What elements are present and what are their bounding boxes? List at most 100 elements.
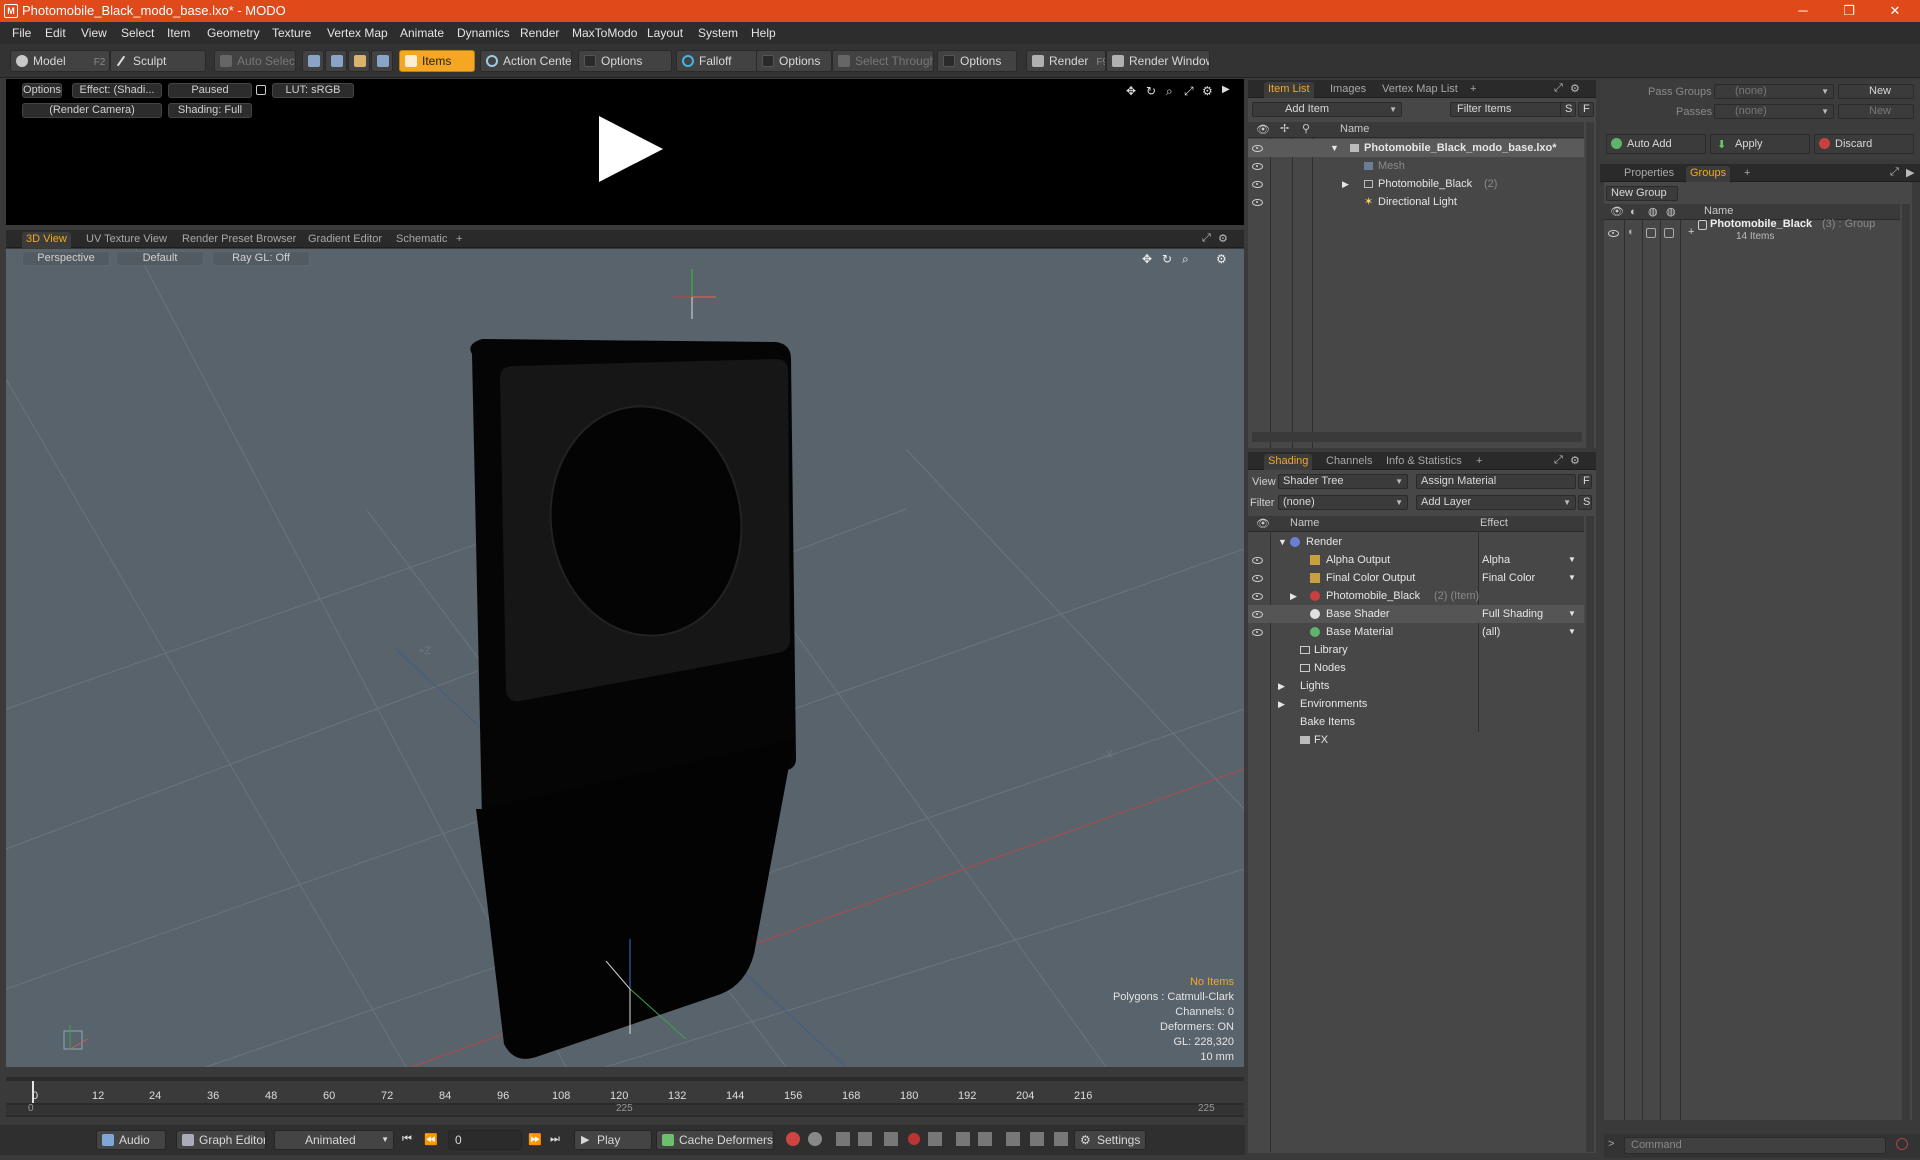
action-center-button[interactable]: Action Center xyxy=(480,50,572,72)
vertices-mode-button[interactable] xyxy=(302,50,324,72)
falloff-button[interactable]: Falloff xyxy=(676,50,758,72)
preview-options-button[interactable]: Options xyxy=(22,83,62,98)
menu-view[interactable]: View xyxy=(81,26,107,40)
tab-item-list[interactable]: Item List xyxy=(1264,82,1314,98)
cycle-icon[interactable] xyxy=(1006,1132,1020,1146)
search-toggle-button[interactable]: S xyxy=(1560,102,1576,117)
menu-help[interactable]: Help xyxy=(751,26,776,40)
zoom-view-icon[interactable]: ⌕ xyxy=(1166,84,1173,99)
lock-toggle-icon[interactable] xyxy=(1646,228,1656,238)
render-toggle-icon[interactable]: ◐ xyxy=(1628,226,1635,238)
select-through-button[interactable]: Select Through xyxy=(832,50,934,72)
expand-arrow-icon[interactable]: ▶ xyxy=(1222,84,1230,95)
pass-groups-dropdown[interactable]: (none) ▼ xyxy=(1714,84,1834,99)
rotate-view-icon[interactable]: ↻ xyxy=(1146,84,1156,98)
tab-images[interactable]: Images xyxy=(1326,82,1370,98)
maximize-panel-icon[interactable]: ⤢ xyxy=(1202,232,1211,245)
list-item[interactable]: Mesh xyxy=(1248,157,1584,175)
tab-info-statistics[interactable]: Info & Statistics xyxy=(1382,454,1466,470)
list-item[interactable]: ▼ Photomobile_Black_modo_base.lxo* xyxy=(1248,139,1584,157)
add-tab-button[interactable]: + xyxy=(1740,166,1754,182)
first-frame-icon[interactable]: ⏮ xyxy=(402,1133,412,1146)
new-pass-button[interactable]: New xyxy=(1838,104,1914,119)
tree-row[interactable]: Alpha Output Alpha ▼ xyxy=(1248,551,1584,569)
chevron-down-icon[interactable]: ▼ xyxy=(1330,139,1339,157)
list-item[interactable]: ✶ Directional Light xyxy=(1248,193,1584,211)
f-toggle-button[interactable]: F xyxy=(1578,474,1592,489)
scrollbar[interactable] xyxy=(1586,122,1594,448)
tab-channels[interactable]: Channels xyxy=(1322,454,1376,470)
scrollbar[interactable] xyxy=(1586,516,1594,1152)
expand-arrow-icon[interactable]: ▶ xyxy=(1906,166,1914,179)
chevron-right-icon[interactable]: ▶ xyxy=(1290,587,1297,605)
menu-dynamics[interactable]: Dynamics xyxy=(457,26,510,40)
move-view-icon[interactable]: ✥ xyxy=(1126,84,1136,98)
last-frame-icon[interactable]: ⏭ xyxy=(550,1133,560,1146)
add-tab-button[interactable]: + xyxy=(1472,454,1486,470)
menu-select[interactable]: Select xyxy=(121,26,154,40)
maximize-view-icon[interactable]: ⤢ xyxy=(1184,84,1194,99)
prev-key-icon[interactable]: ⏪ xyxy=(424,1133,438,1146)
tab-properties[interactable]: Properties xyxy=(1620,166,1678,182)
chevron-down-icon[interactable]: ▼ xyxy=(1568,569,1576,587)
tab-uv-texture-view[interactable]: UV Texture View xyxy=(82,232,171,248)
move-view-icon[interactable]: ✥ xyxy=(1142,252,1152,266)
tree-row[interactable]: ▶ Lights xyxy=(1248,677,1584,695)
assign-material-button[interactable]: Assign Material xyxy=(1416,474,1576,489)
add-tab-button[interactable]: + xyxy=(452,232,466,248)
gear-icon[interactable]: ⚙ xyxy=(1570,454,1580,467)
effect-dropdown[interactable]: Effect: (Shadi... xyxy=(72,83,162,98)
chevron-right-icon[interactable]: ▶ xyxy=(1342,175,1349,193)
range-bar[interactable]: 0 225 225 xyxy=(6,1103,1244,1115)
menu-animate[interactable]: Animate xyxy=(400,26,444,40)
key-filter-icon[interactable] xyxy=(884,1132,898,1146)
gear-icon[interactable]: ⚙ xyxy=(1218,232,1228,245)
new-pass-group-button[interactable]: New xyxy=(1838,84,1914,99)
tree-row[interactable]: FX xyxy=(1248,731,1584,749)
add-layer-dropdown[interactable]: Add Layer ▼ xyxy=(1416,495,1576,510)
snap-icon[interactable] xyxy=(1054,1132,1068,1146)
prev-marker-icon[interactable] xyxy=(956,1132,970,1146)
3d-viewport[interactable]: Perspective Default Ray GL: Off ✥ ↻ ⌕ ⚙ … xyxy=(6,249,1244,1067)
tree-row[interactable]: Base Material (all) ▼ xyxy=(1248,623,1584,641)
eye-icon[interactable] xyxy=(1252,593,1263,600)
perspective-dropdown[interactable]: Perspective xyxy=(22,251,110,266)
auto-add-button[interactable]: Auto Add xyxy=(1606,134,1706,154)
minimize-button[interactable]: ─ xyxy=(1780,0,1826,22)
eye-icon[interactable] xyxy=(1252,557,1263,564)
rotate-view-icon[interactable]: ↻ xyxy=(1162,252,1172,266)
eye-icon[interactable] xyxy=(1252,145,1263,152)
chevron-down-icon[interactable]: ▼ xyxy=(1568,551,1576,569)
tree-row[interactable]: ▶ Environments xyxy=(1248,695,1584,713)
menu-item[interactable]: Item xyxy=(167,26,190,40)
edges-mode-button[interactable] xyxy=(325,50,347,72)
shader-tree-dropdown[interactable]: Shader Tree ▼ xyxy=(1278,474,1408,489)
eye-icon[interactable] xyxy=(1608,230,1619,237)
chevron-right-icon[interactable]: ▶ xyxy=(1278,677,1285,695)
gear-icon[interactable]: ⚙ xyxy=(1570,82,1580,95)
add-item-dropdown[interactable]: Add Item ▼ xyxy=(1252,102,1402,117)
group-row[interactable]: ◐ + Photomobile_Black (3) : Group 14 Ite… xyxy=(1604,218,1900,252)
passes-dropdown[interactable]: (none) ▼ xyxy=(1714,104,1834,119)
menu-edit[interactable]: Edit xyxy=(45,26,66,40)
link-icon[interactable] xyxy=(1030,1132,1044,1146)
sculpt-mode-button[interactable]: Sculpt xyxy=(110,50,206,72)
settings-button[interactable]: ⚙ Settings xyxy=(1074,1130,1146,1150)
menu-geometry[interactable]: Geometry xyxy=(207,26,260,40)
key-options-icon[interactable] xyxy=(928,1132,942,1146)
items-mode-button[interactable]: Items xyxy=(399,50,475,72)
lock-icon[interactable] xyxy=(256,85,266,95)
tree-row-effect[interactable]: Alpha xyxy=(1482,551,1510,569)
tab-shading[interactable]: Shading xyxy=(1264,454,1313,470)
close-button[interactable]: ✕ xyxy=(1872,0,1918,22)
menu-file[interactable]: File xyxy=(12,26,31,40)
filter-toggle-button[interactable]: F xyxy=(1578,102,1594,117)
tree-row-effect[interactable]: Final Color xyxy=(1482,569,1535,587)
eye-icon[interactable] xyxy=(1252,575,1263,582)
add-tab-button[interactable]: + xyxy=(1466,82,1480,98)
tree-row[interactable]: ▼ Render xyxy=(1248,533,1584,551)
next-key-frame-icon[interactable] xyxy=(858,1132,872,1146)
s-toggle-button[interactable]: S xyxy=(1578,495,1592,510)
play-button[interactable]: ▶ Play xyxy=(574,1130,652,1150)
tree-row[interactable]: ▶ Photomobile_Black (2) (Item) xyxy=(1248,587,1584,605)
